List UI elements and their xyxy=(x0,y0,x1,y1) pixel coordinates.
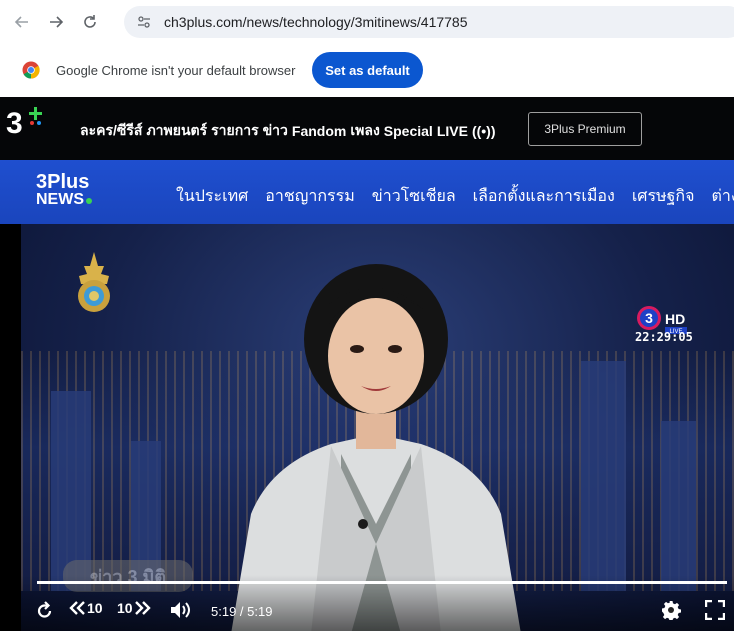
progress-bar[interactable] xyxy=(37,581,727,584)
menu-item-crime[interactable]: อาชญากรรม xyxy=(265,184,355,209)
nav-item-fandom[interactable]: Fandom xyxy=(292,123,346,139)
replay-button[interactable] xyxy=(35,600,55,620)
site-top-nav: 3 ละคร/ซีรีส์ ภาพยนตร์ รายการ ข่าว Fando… xyxy=(0,97,734,160)
volume-button[interactable] xyxy=(169,600,191,620)
player-controls: 10 10 5:19 / 5:19 xyxy=(21,575,734,631)
menu-item-domestic[interactable]: ในประเทศ xyxy=(176,184,248,209)
nav-item-programs[interactable]: รายการ xyxy=(211,120,258,142)
volume-icon xyxy=(171,602,190,618)
nav-item-music[interactable]: เพลง xyxy=(350,120,379,142)
reload-button[interactable] xyxy=(76,8,104,36)
video-player[interactable]: 3 HD LIVE 22:29:05 ข่าว xyxy=(21,224,734,631)
gear-icon xyxy=(662,601,681,620)
time-display: 5:19 / 5:19 xyxy=(211,604,273,619)
background-building xyxy=(581,361,626,591)
royal-emblem-icon xyxy=(78,252,110,312)
nav-item-live[interactable]: LIVE xyxy=(437,123,468,139)
green-dot-icon xyxy=(86,198,92,204)
live-indicator-icon: ((•)) xyxy=(471,123,496,139)
channel3-logo-text: 3 xyxy=(6,107,23,140)
fullscreen-button[interactable] xyxy=(705,600,725,620)
broadcast-clock: 22:29:05 xyxy=(635,330,693,344)
back-button[interactable] xyxy=(8,8,36,36)
news-logo-text: NEWS xyxy=(36,191,84,208)
nav-item-special[interactable]: Special xyxy=(384,123,433,139)
page-content: 3 ละคร/ซีรีส์ ภาพยนตร์ รายการ ข่าว Fando… xyxy=(0,97,734,631)
menu-item-politics[interactable]: เลือกตั้งและการเมือง xyxy=(473,184,615,209)
set-as-default-button[interactable]: Set as default xyxy=(312,52,423,88)
3plus-news-logo[interactable]: 3Plus NEWS xyxy=(36,171,92,208)
site-info-icon[interactable] xyxy=(132,10,156,34)
nav-item-drama[interactable]: ละคร/ซีรีส์ xyxy=(80,120,142,142)
channel-badge: HD xyxy=(665,311,685,327)
default-browser-infobar: Google Chrome isn't your default browser… xyxy=(0,44,734,96)
channel3-logo[interactable]: 3 xyxy=(6,107,42,140)
reload-icon xyxy=(84,15,96,28)
rewind-icon xyxy=(69,601,85,615)
arrow-right-icon xyxy=(50,16,64,28)
arrow-left-icon xyxy=(14,16,28,28)
channel3-hd-logo: 3 HD LIVE xyxy=(637,306,687,335)
settings-button[interactable] xyxy=(661,600,681,620)
premium-button[interactable]: 3Plus Premium xyxy=(528,112,642,146)
nav-item-movies[interactable]: ภาพยนตร์ xyxy=(146,120,207,142)
address-bar[interactable]: ch3plus.com/news/technology/3mitinews/41… xyxy=(124,6,734,38)
news-menu: ในประเทศ อาชญากรรม ข่าวโซเชียล เลือกตั้ง… xyxy=(176,184,734,209)
fullscreen-icon xyxy=(705,600,725,620)
news-section-nav: 3Plus NEWS ในประเทศ อาชญากรรม ข่าวโซเชีย… xyxy=(0,160,734,224)
infobar-message: Google Chrome isn't your default browser xyxy=(56,62,296,78)
forward-button[interactable] xyxy=(42,8,70,36)
forward-10-button[interactable]: 10 xyxy=(117,600,151,616)
chrome-logo-icon xyxy=(22,61,40,79)
news-logo-line2: NEWS xyxy=(36,191,92,208)
browser-toolbar: ch3plus.com/news/technology/3mitinews/41… xyxy=(0,0,734,44)
svg-text:3: 3 xyxy=(645,310,653,326)
nav-item-news[interactable]: ข่าว xyxy=(263,120,288,142)
replay-icon xyxy=(37,601,52,618)
menu-item-foreign[interactable]: ต่าง xyxy=(711,184,734,209)
menu-item-economy[interactable]: เศรษฐกิจ xyxy=(632,184,695,209)
background-building xyxy=(661,421,696,591)
forward-label: 10 xyxy=(117,600,133,616)
news-logo-line1: 3Plus xyxy=(36,171,90,193)
fast-forward-icon xyxy=(134,601,151,615)
menu-item-social[interactable]: ข่าวโซเชียล xyxy=(372,184,456,209)
url-text[interactable]: ch3plus.com/news/technology/3mitinews/41… xyxy=(164,14,468,30)
category-nav: ละคร/ซีรีส์ ภาพยนตร์ รายการ ข่าว Fandom … xyxy=(80,120,500,142)
logo-plus-icon xyxy=(28,105,44,136)
rewind-10-button[interactable]: 10 xyxy=(69,600,103,616)
rewind-label: 10 xyxy=(87,600,103,616)
